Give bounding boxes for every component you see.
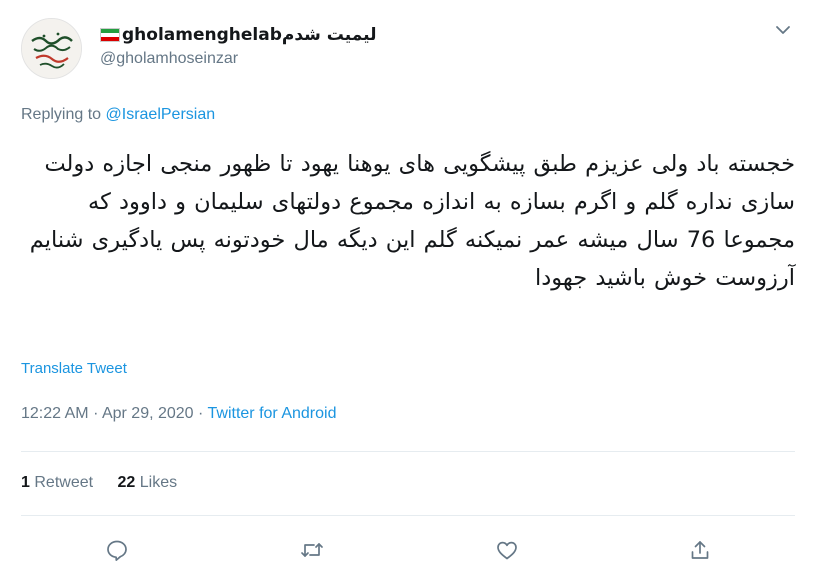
meta-separator: · bbox=[93, 405, 99, 422]
translate-tweet-link[interactable]: Translate Tweet bbox=[21, 360, 127, 377]
divider bbox=[21, 451, 795, 452]
likes-stat[interactable]: 22 Likes bbox=[118, 474, 178, 491]
share-icon bbox=[691, 541, 709, 559]
likes-label: Likes bbox=[139, 474, 178, 491]
retweet-button[interactable] bbox=[299, 537, 325, 563]
like-icon bbox=[497, 541, 517, 560]
tweet-meta: 12:22 AM · Apr 29, 2020 · Twitter for An… bbox=[21, 405, 336, 423]
like-button[interactable] bbox=[494, 537, 520, 563]
avatar[interactable] bbox=[21, 18, 82, 79]
reply-mention-link[interactable]: @IsraelPersian bbox=[106, 106, 216, 123]
retweets-count: 1 bbox=[21, 474, 30, 491]
share-button[interactable] bbox=[687, 537, 713, 563]
tweet-text: خجسته باد ولی عزیزم طبق پیشگویی های یوهن… bbox=[29, 151, 795, 291]
display-name-text: لیمیت شدمgholamenghelab bbox=[122, 25, 377, 45]
meta-separator: · bbox=[198, 405, 204, 422]
divider bbox=[21, 515, 795, 516]
tweet-stats: 1 Retweet 22 Likes bbox=[21, 474, 197, 492]
chevron-down-icon bbox=[776, 26, 790, 34]
calligraphy-avatar-icon bbox=[22, 19, 81, 78]
retweets-label: Retweet bbox=[34, 474, 94, 491]
tweet-date[interactable]: Apr 29, 2020 bbox=[102, 405, 194, 422]
display-name[interactable]: لیمیت شدمgholamenghelab bbox=[100, 23, 376, 47]
reply-icon bbox=[107, 540, 127, 561]
iran-flag-icon bbox=[100, 28, 120, 42]
retweet-icon bbox=[301, 543, 323, 557]
tweet-source-link[interactable]: Twitter for Android bbox=[208, 405, 337, 422]
replying-prefix: Replying to bbox=[21, 106, 102, 123]
user-handle[interactable]: @gholamhoseinzar bbox=[100, 50, 238, 68]
retweets-stat[interactable]: 1 Retweet bbox=[21, 474, 93, 491]
replying-to: Replying to @IsraelPersian bbox=[21, 106, 215, 124]
likes-count: 22 bbox=[117, 474, 136, 491]
more-options-button[interactable] bbox=[774, 21, 792, 39]
tweet-time[interactable]: 12:22 AM bbox=[21, 405, 89, 422]
reply-button[interactable] bbox=[104, 537, 130, 563]
